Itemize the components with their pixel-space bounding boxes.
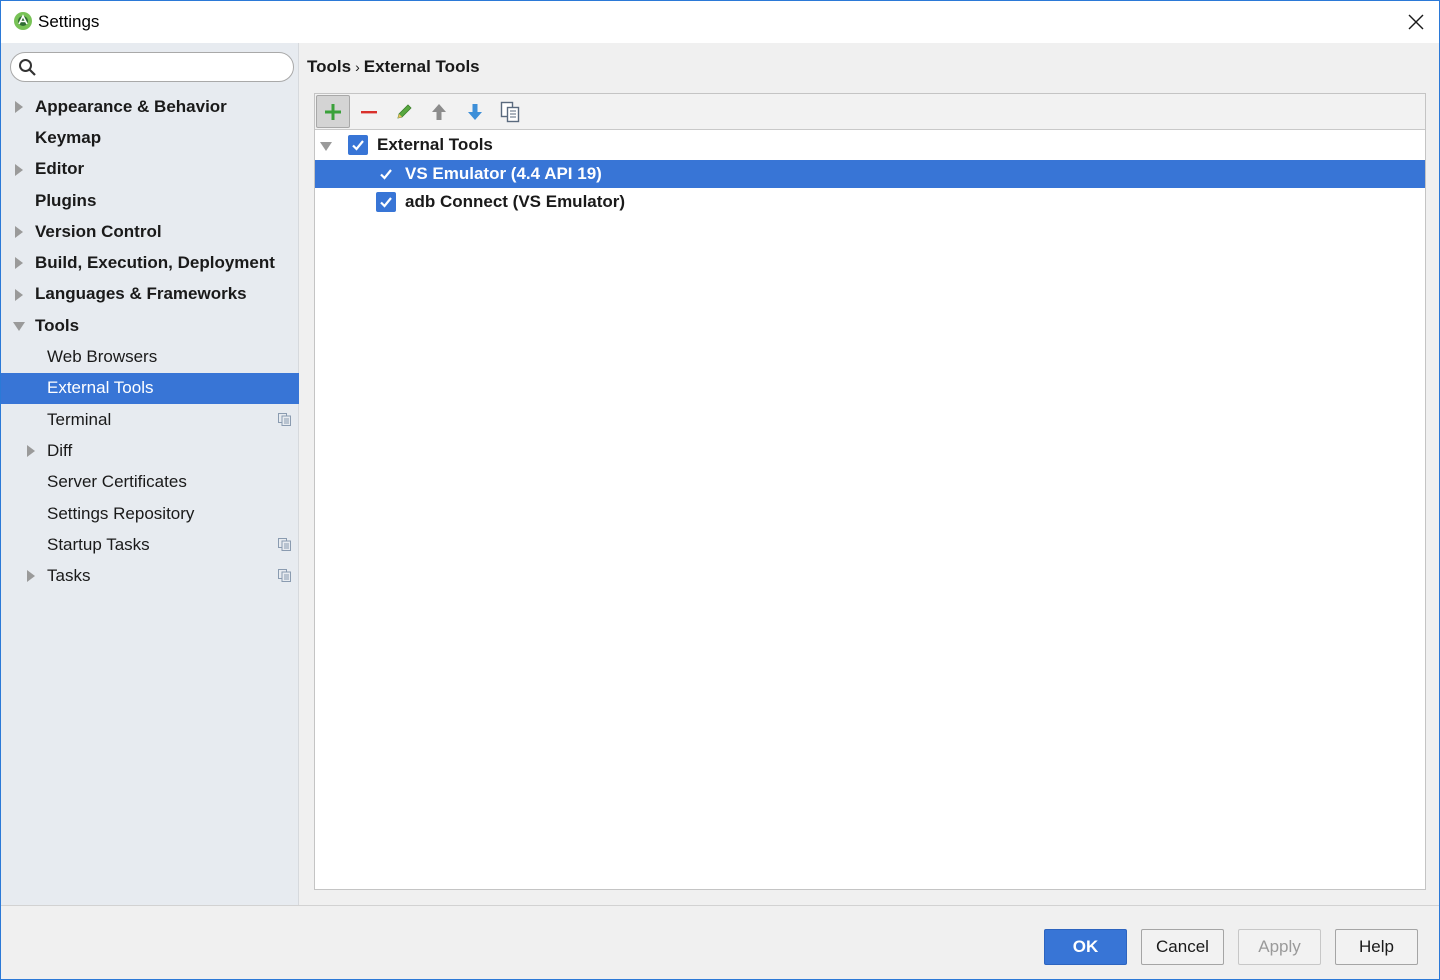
expand-arrow-icon[interactable] (13, 101, 25, 113)
search-icon (19, 59, 36, 76)
add-icon (325, 103, 341, 120)
search-input[interactable] (41, 56, 286, 78)
window-title: Settings (38, 12, 100, 31)
sidebar-item-label: Version Control (35, 221, 162, 241)
expand-arrow-icon[interactable] (13, 288, 25, 301)
project-level-icon (278, 569, 291, 583)
checkmark-icon (380, 168, 392, 180)
tool-label: adb Connect (VS Emulator) (405, 192, 626, 211)
sidebar-item-label: Tools (35, 315, 80, 335)
apply-button[interactable]: Apply (1238, 929, 1321, 965)
copy-tool-button[interactable] (493, 95, 527, 128)
settings-search[interactable] (10, 52, 294, 82)
expand-arrow-icon[interactable] (13, 163, 25, 176)
sidebar-item-keymap[interactable]: Keymap (1, 122, 299, 153)
tools-toolbar (315, 94, 1425, 130)
title-bar: Settings (1, 1, 1439, 43)
sidebar-item-appearance-behavior[interactable]: Appearance & Behavior (1, 91, 299, 122)
edit-tool-button[interactable] (387, 95, 421, 128)
breadcrumb-parent: Tools (307, 57, 352, 76)
remove-tool-button[interactable] (352, 95, 386, 128)
android-studio-icon (14, 12, 32, 30)
expand-arrow-icon[interactable] (25, 445, 37, 458)
move-down-button[interactable] (458, 95, 492, 128)
sidebar-item-web-browsers[interactable]: Web Browsers (1, 341, 299, 372)
expand-arrow-icon[interactable] (13, 257, 25, 270)
move-up-button[interactable] (422, 95, 456, 128)
tool-checkbox[interactable] (376, 164, 396, 184)
copy-icon (500, 101, 520, 122)
sidebar-item-terminal[interactable]: Terminal (1, 404, 299, 435)
sidebar-item-label: Keymap (35, 127, 102, 147)
project-level-icon (278, 538, 291, 552)
sidebar-item-label: Tasks (47, 566, 91, 586)
breadcrumb-separator: › (355, 59, 360, 75)
sidebar-item-label: Server Certificates (47, 472, 187, 492)
sidebar-item-label: Diff (47, 440, 73, 460)
close-button[interactable] (1399, 5, 1433, 39)
sidebar-item-label: Web Browsers (47, 347, 158, 367)
external-tools-panel: External Tools VS Emulator (4.4 API 19) … (314, 93, 1426, 890)
expand-arrow-icon[interactable] (13, 226, 25, 239)
sidebar-item-label: Settings Repository (47, 503, 195, 523)
sidebar-item-server-certificates[interactable]: Server Certificates (1, 467, 299, 498)
tool-row[interactable]: adb Connect (VS Emulator) (315, 188, 1425, 217)
project-level-icon (278, 412, 291, 426)
sidebar-item-diff[interactable]: Diff (1, 435, 299, 466)
settings-sidebar: Appearance & Behavior Keymap Editor Plug… (1, 43, 299, 905)
move-up-icon (432, 103, 446, 120)
sidebar-item-plugins[interactable]: Plugins (1, 185, 299, 216)
settings-window: Settings Appearance & Behavior Keymap Ed… (0, 0, 1440, 980)
sidebar-item-label: Languages & Frameworks (35, 284, 247, 304)
tool-group-label: External Tools (377, 135, 493, 154)
close-icon (1408, 14, 1424, 30)
sidebar-item-label: Editor (35, 159, 85, 179)
tool-label: VS Emulator (4.4 API 19) (405, 163, 602, 183)
ok-button[interactable]: OK (1044, 929, 1127, 965)
sidebar-item-editor[interactable]: Editor (1, 154, 299, 185)
tool-group-row[interactable]: External Tools (315, 131, 1425, 160)
help-button[interactable]: Help (1335, 929, 1418, 965)
sidebar-item-version-control[interactable]: Version Control (1, 216, 299, 247)
sidebar-item-label: Build, Execution, Deployment (35, 253, 275, 273)
sidebar-item-label: Startup Tasks (47, 534, 150, 554)
sidebar-item-label: Terminal (47, 409, 112, 429)
tool-group-checkbox[interactable] (348, 135, 368, 155)
sidebar-item-tools[interactable]: Tools (1, 310, 299, 341)
collapse-arrow-icon[interactable] (13, 320, 25, 332)
add-tool-button[interactable] (316, 95, 350, 128)
sidebar-item-build-execution-deployment[interactable]: Build, Execution, Deployment (1, 247, 299, 278)
checkmark-icon (380, 197, 392, 208)
sidebar-item-label: External Tools (47, 378, 154, 398)
cancel-button[interactable]: Cancel (1141, 929, 1224, 965)
breadcrumb-current: External Tools (363, 57, 480, 76)
edit-icon (397, 103, 412, 119)
expand-arrow-icon[interactable] (25, 570, 37, 583)
sidebar-item-settings-repository[interactable]: Settings Repository (1, 498, 299, 529)
sidebar-item-startup-tasks[interactable]: Startup Tasks (1, 529, 299, 560)
remove-icon (361, 110, 377, 113)
tool-checkbox[interactable] (376, 192, 396, 212)
collapse-arrow-icon[interactable] (320, 140, 332, 152)
settings-tree: Appearance & Behavior Keymap Editor Plug… (1, 91, 299, 592)
tool-row[interactable]: VS Emulator (4.4 API 19) (315, 159, 1425, 188)
move-down-icon (468, 103, 482, 120)
sidebar-item-tasks[interactable]: Tasks (1, 560, 299, 591)
breadcrumb: Tools › External Tools (307, 57, 480, 77)
checkmark-icon (352, 140, 364, 151)
sidebar-item-label: Plugins (35, 190, 97, 210)
sidebar-item-languages-frameworks[interactable]: Languages & Frameworks (1, 279, 299, 310)
dialog-footer: OK Cancel Apply Help (1, 905, 1439, 979)
tools-tree: External Tools VS Emulator (4.4 API 19) … (315, 131, 1425, 217)
sidebar-item-label: Appearance & Behavior (35, 96, 227, 116)
sidebar-item-external-tools[interactable]: External Tools (1, 372, 299, 404)
